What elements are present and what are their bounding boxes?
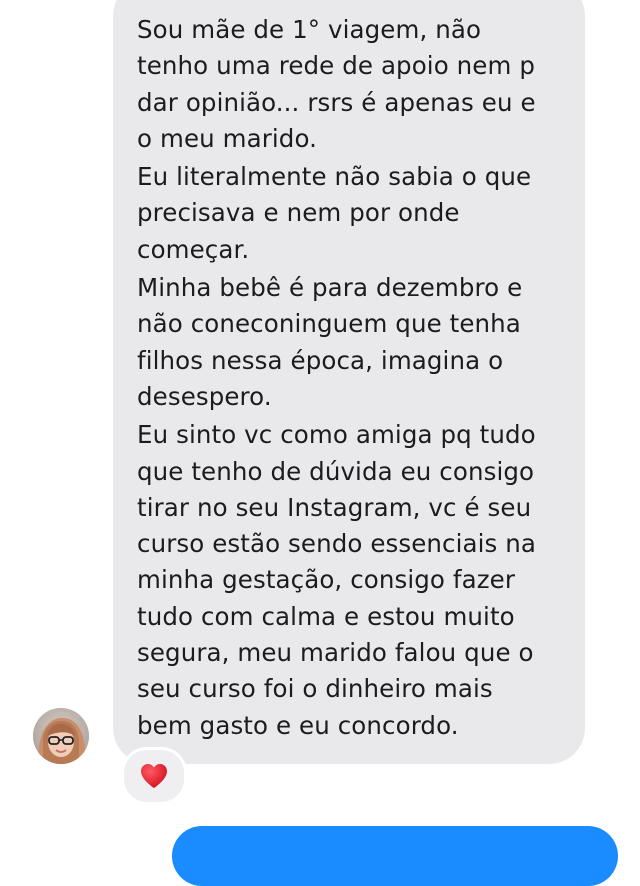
heart-reaction[interactable] xyxy=(121,747,187,805)
red-heart-icon xyxy=(141,764,167,788)
message-paragraph: Eu sinto vc como amiga pq tudo que tenho… xyxy=(137,420,537,740)
message-thread: Sou mãe de 1° viagem, não tenho uma rede… xyxy=(0,0,640,886)
outgoing-bubble-top-edge xyxy=(172,826,618,886)
message-paragraph: Eu literalmente não sabia o que precisav… xyxy=(137,162,532,264)
profile-photo-avatar xyxy=(33,708,89,764)
sender-avatar[interactable] xyxy=(33,708,89,764)
incoming-message-text: Sou mãe de 1° viagem, não tenho uma rede… xyxy=(137,12,567,746)
outgoing-message-bubble[interactable] xyxy=(172,826,618,886)
message-paragraph: Sou mãe de 1° viagem, não tenho uma rede… xyxy=(137,15,536,153)
message-paragraph: Minha bebê é para dezembro e não conecon… xyxy=(137,273,523,411)
